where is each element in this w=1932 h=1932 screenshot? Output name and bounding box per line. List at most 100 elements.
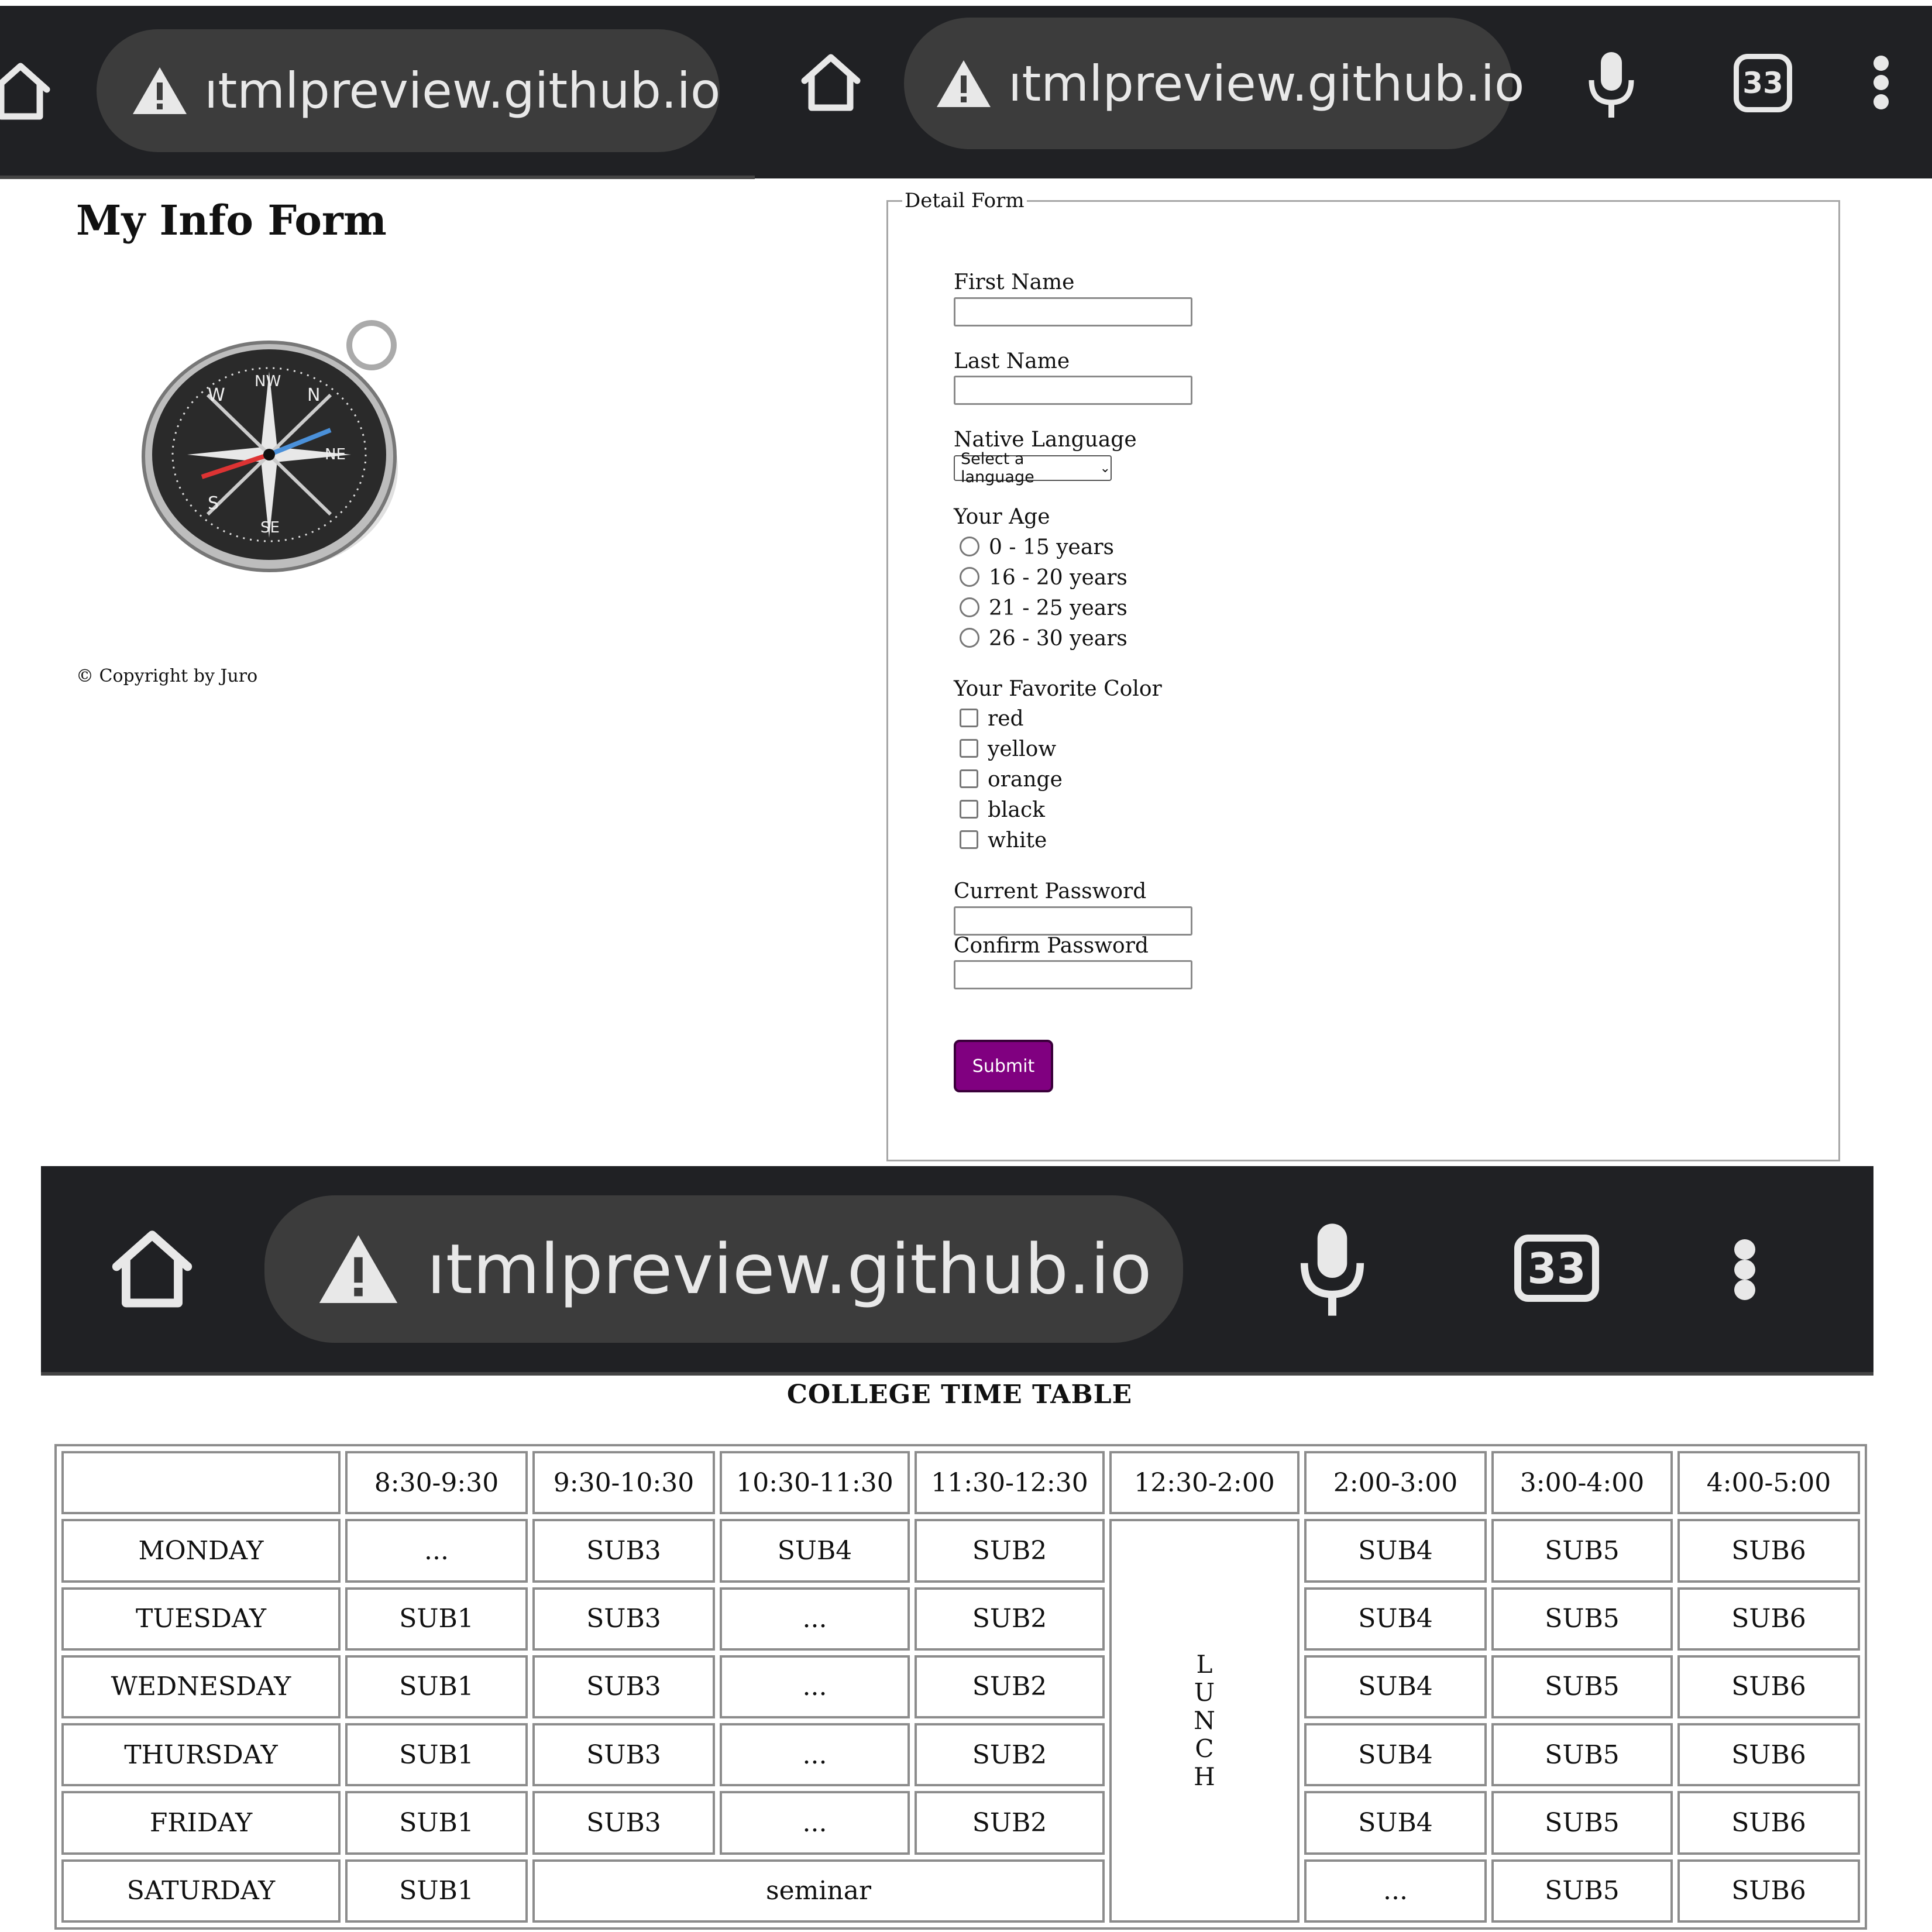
color-checkbox-white[interactable] — [960, 830, 978, 849]
subject-cell: SUB2 — [915, 1587, 1105, 1651]
subject-cell: ... — [1304, 1859, 1487, 1923]
color-checkbox-orange[interactable] — [960, 769, 978, 788]
day-cell: WEDNESDAY — [61, 1655, 341, 1719]
url-text: ıtmlpreview.github.io — [1008, 54, 1525, 112]
table-row: TUESDAY SUB1 SUB3 ... SUB2 SUB4 SUB5 SUB… — [61, 1587, 1860, 1651]
url-bar[interactable]: ıtmlpreview.github.io — [264, 1195, 1183, 1343]
subject-cell: SUB3 — [532, 1519, 715, 1583]
subject-cell: SUB3 — [532, 1723, 715, 1787]
svg-text:NW: NW — [255, 373, 281, 390]
language-select[interactable]: Select a language ⌄ — [954, 450, 1112, 486]
form-legend: Detail Form — [905, 189, 1025, 212]
age-radio-16-20[interactable] — [960, 567, 979, 587]
subject-cell: ... — [720, 1655, 910, 1719]
age-label: Your Age — [954, 505, 1050, 529]
table-row: FRIDAY SUB1 SUB3 ... SUB2 SUB4 SUB5 SUB6 — [61, 1791, 1860, 1855]
url-bar[interactable]: ıtmlpreview.github.io — [97, 29, 720, 152]
time-slot-header: 2:00-3:00 — [1304, 1451, 1487, 1515]
header-row: 8:30-9:30 9:30-10:30 10:30-11:30 11:30-1… — [61, 1451, 1860, 1515]
timetable: 8:30-9:30 9:30-10:30 10:30-11:30 11:30-1… — [54, 1444, 1867, 1930]
compass-image: NW N NE SE W S — [137, 319, 442, 576]
subject-cell: SUB1 — [345, 1655, 528, 1719]
svg-text:NE: NE — [325, 446, 346, 463]
page-title: My Info Form — [76, 196, 387, 245]
subject-cell: SUB6 — [1677, 1791, 1860, 1855]
time-slot-header: 10:30-11:30 — [720, 1451, 910, 1515]
time-slot-header: 8:30-9:30 — [345, 1451, 528, 1515]
current-password-input[interactable] — [954, 906, 1192, 936]
age-option-label: 26 - 30 years — [989, 627, 1127, 651]
table-row: MONDAY ... SUB3 SUB4 SUB2 L U N C H SUB4… — [61, 1519, 1860, 1923]
url-text: ıtmlpreview.github.io — [427, 1229, 1152, 1309]
lunch-letter: H — [1194, 1762, 1215, 1792]
subject-cell: SUB5 — [1491, 1859, 1673, 1923]
first-name-input[interactable] — [954, 297, 1192, 326]
subject-cell: SUB1 — [345, 1791, 528, 1855]
first-name-label: First Name — [954, 270, 1075, 294]
age-radio-26-30[interactable] — [960, 628, 979, 648]
time-slot-header: 3:00-4:00 — [1491, 1451, 1673, 1515]
toolbar-divider — [0, 176, 755, 179]
subject-cell: ... — [720, 1723, 910, 1787]
subject-cell: SUB4 — [1304, 1723, 1487, 1787]
lunch-letter: C — [1195, 1734, 1214, 1763]
last-name-label: Last Name — [954, 349, 1070, 373]
day-cell: MONDAY — [61, 1519, 341, 1583]
last-name-input[interactable] — [954, 376, 1192, 405]
seminar-cell: seminar — [532, 1859, 1105, 1923]
copyright-text: © Copyright by Juro — [76, 666, 258, 686]
language-select-value: Select a language — [961, 450, 1034, 486]
tab-count-button[interactable]: 33 — [1514, 1235, 1599, 1302]
subject-cell: SUB6 — [1677, 1859, 1860, 1923]
tab-count-button[interactable]: 33 — [1734, 54, 1792, 112]
subject-cell: SUB5 — [1491, 1791, 1673, 1855]
mic-icon[interactable] — [1587, 50, 1636, 120]
table-row: THURSDAY SUB1 SUB3 ... SUB2 SUB4 SUB5 SU… — [61, 1723, 1860, 1787]
time-slot-header: 4:00-5:00 — [1677, 1451, 1860, 1515]
subject-cell: SUB2 — [915, 1655, 1105, 1719]
home-icon[interactable] — [799, 53, 863, 111]
subject-cell: SUB4 — [1304, 1519, 1487, 1583]
more-vert-icon[interactable] — [1872, 56, 1890, 109]
mic-icon[interactable] — [1298, 1220, 1367, 1319]
chevron-down-icon: ⌄ — [1099, 460, 1111, 476]
svg-text:N: N — [307, 385, 320, 405]
time-slot-header: 12:30-2:00 — [1109, 1451, 1300, 1515]
svg-text:SE: SE — [260, 519, 280, 537]
color-checkbox-yellow[interactable] — [960, 739, 978, 758]
age-option-label: 16 - 20 years — [989, 566, 1127, 590]
home-icon[interactable] — [108, 1229, 196, 1308]
warning-icon — [934, 58, 993, 109]
time-slot-header: 9:30-10:30 — [532, 1451, 715, 1515]
age-radio-21-25[interactable] — [960, 597, 979, 617]
color-option-label: white — [988, 829, 1047, 852]
subject-cell: SUB6 — [1677, 1519, 1860, 1583]
subject-cell: SUB2 — [915, 1519, 1105, 1583]
subject-cell: SUB1 — [345, 1587, 528, 1651]
home-icon[interactable] — [0, 61, 53, 120]
time-slot-header: 11:30-12:30 — [915, 1451, 1105, 1515]
color-option-label: orange — [988, 768, 1063, 792]
table-row: SATURDAY SUB1 seminar ... SUB5 SUB6 — [61, 1859, 1860, 1923]
subject-cell: SUB5 — [1491, 1723, 1673, 1787]
submit-button[interactable]: Submit — [954, 1040, 1053, 1092]
url-bar[interactable]: ıtmlpreview.github.io — [904, 18, 1524, 149]
subject-cell: ... — [345, 1519, 528, 1583]
color-checkbox-red[interactable] — [960, 709, 978, 727]
subject-cell: SUB4 — [720, 1519, 910, 1583]
day-cell: FRIDAY — [61, 1791, 341, 1855]
subject-cell: ... — [720, 1587, 910, 1651]
subject-cell: SUB6 — [1677, 1655, 1860, 1719]
favorite-color-label: Your Favorite Color — [954, 677, 1162, 701]
subject-cell: SUB5 — [1491, 1587, 1673, 1651]
color-checkbox-black[interactable] — [960, 800, 978, 819]
lunch-letter: L — [1196, 1650, 1213, 1679]
age-radio-0-15[interactable] — [960, 537, 979, 556]
color-option-label: black — [988, 798, 1045, 822]
subject-cell: SUB5 — [1491, 1519, 1673, 1583]
more-vert-icon[interactable] — [1732, 1239, 1758, 1301]
subject-cell: SUB6 — [1677, 1587, 1860, 1651]
subject-cell: SUB4 — [1304, 1655, 1487, 1719]
confirm-password-input[interactable] — [954, 960, 1192, 989]
subject-cell: SUB4 — [1304, 1587, 1487, 1651]
